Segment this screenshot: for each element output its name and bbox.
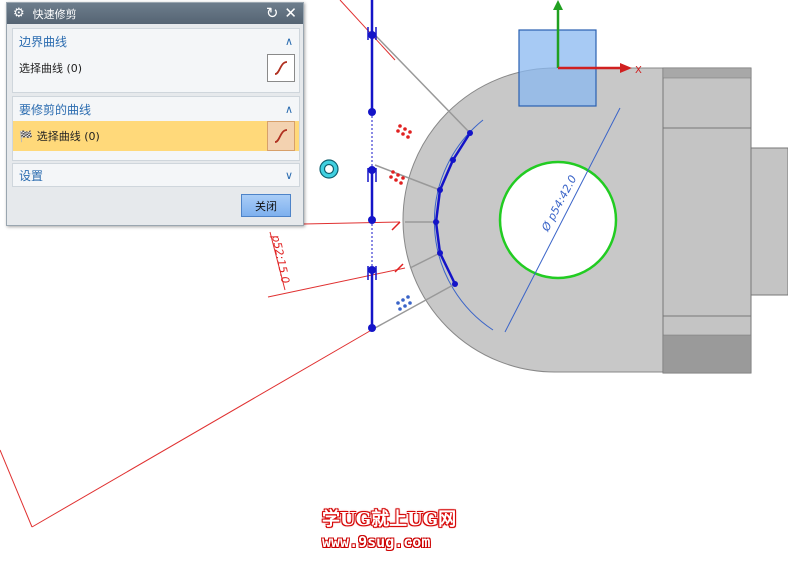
dialog-title: 快速修剪 [32,7,77,21]
boundary-group-label: 边界曲线 [19,34,68,49]
close-button[interactable]: 关闭 [241,194,291,217]
boundary-select-label: 选择曲线 (0) [19,62,83,75]
boundary-select-row[interactable]: 选择曲线 (0) [13,53,299,83]
trim-select-row[interactable]: 🏁 选择曲线 (0) [13,121,299,151]
reset-icon[interactable]: ↻ [266,6,279,21]
settings-group-label: 设置 [19,168,44,183]
offset-dimension-text[interactable]: p52:15.0 [269,233,292,285]
settings-group: 设置 ∨ [12,163,300,187]
chevron-up-icon[interactable]: ∧ [285,35,293,48]
red-construction-line [31,327,376,528]
trim-group-label: 要修剪的曲线 [19,102,92,117]
trim-select-label: 选择曲线 (0) [36,130,100,143]
checkered-flag-icon: 🏁 [19,129,33,143]
settings-group-header[interactable]: 设置 ∨ [13,164,299,186]
boundary-curve-group: 边界曲线 ∧ 选择曲线 (0) [12,28,300,93]
snap-target-icon[interactable] [319,159,339,179]
boundary-group-header[interactable]: 边界曲线 ∧ [13,29,299,53]
gear-icon[interactable]: ⚙ [13,6,25,21]
axis-x-label: X [635,65,642,76]
close-icon[interactable]: ✕ [284,6,297,21]
watermark-title: 学UG就上UG网 [322,509,457,530]
curve-icon [274,129,288,143]
red-construction-line [0,449,33,528]
chevron-down-icon[interactable]: ∨ [285,169,293,182]
select-curve-button[interactable] [267,54,295,82]
select-curve-button[interactable] [267,121,295,151]
trim-curve-group: 要修剪的曲线 ∧ 🏁 选择曲线 (0) [12,96,300,161]
trim-group-header[interactable]: 要修剪的曲线 ∧ [13,97,299,121]
chevron-up-icon[interactable]: ∧ [285,103,293,116]
dialog-titlebar[interactable]: ⚙ 快速修剪 ↻ ✕ [7,3,303,24]
curve-icon [274,61,288,75]
hole-circle[interactable] [498,160,618,280]
quick-trim-dialog[interactable]: ⚙ 快速修剪 ↻ ✕ 边界曲线 ∧ 选择曲线 (0) 要修剪的曲线 ∧ 🏁 选择… [6,2,304,226]
watermark-url: www.9sug.com [322,533,431,551]
